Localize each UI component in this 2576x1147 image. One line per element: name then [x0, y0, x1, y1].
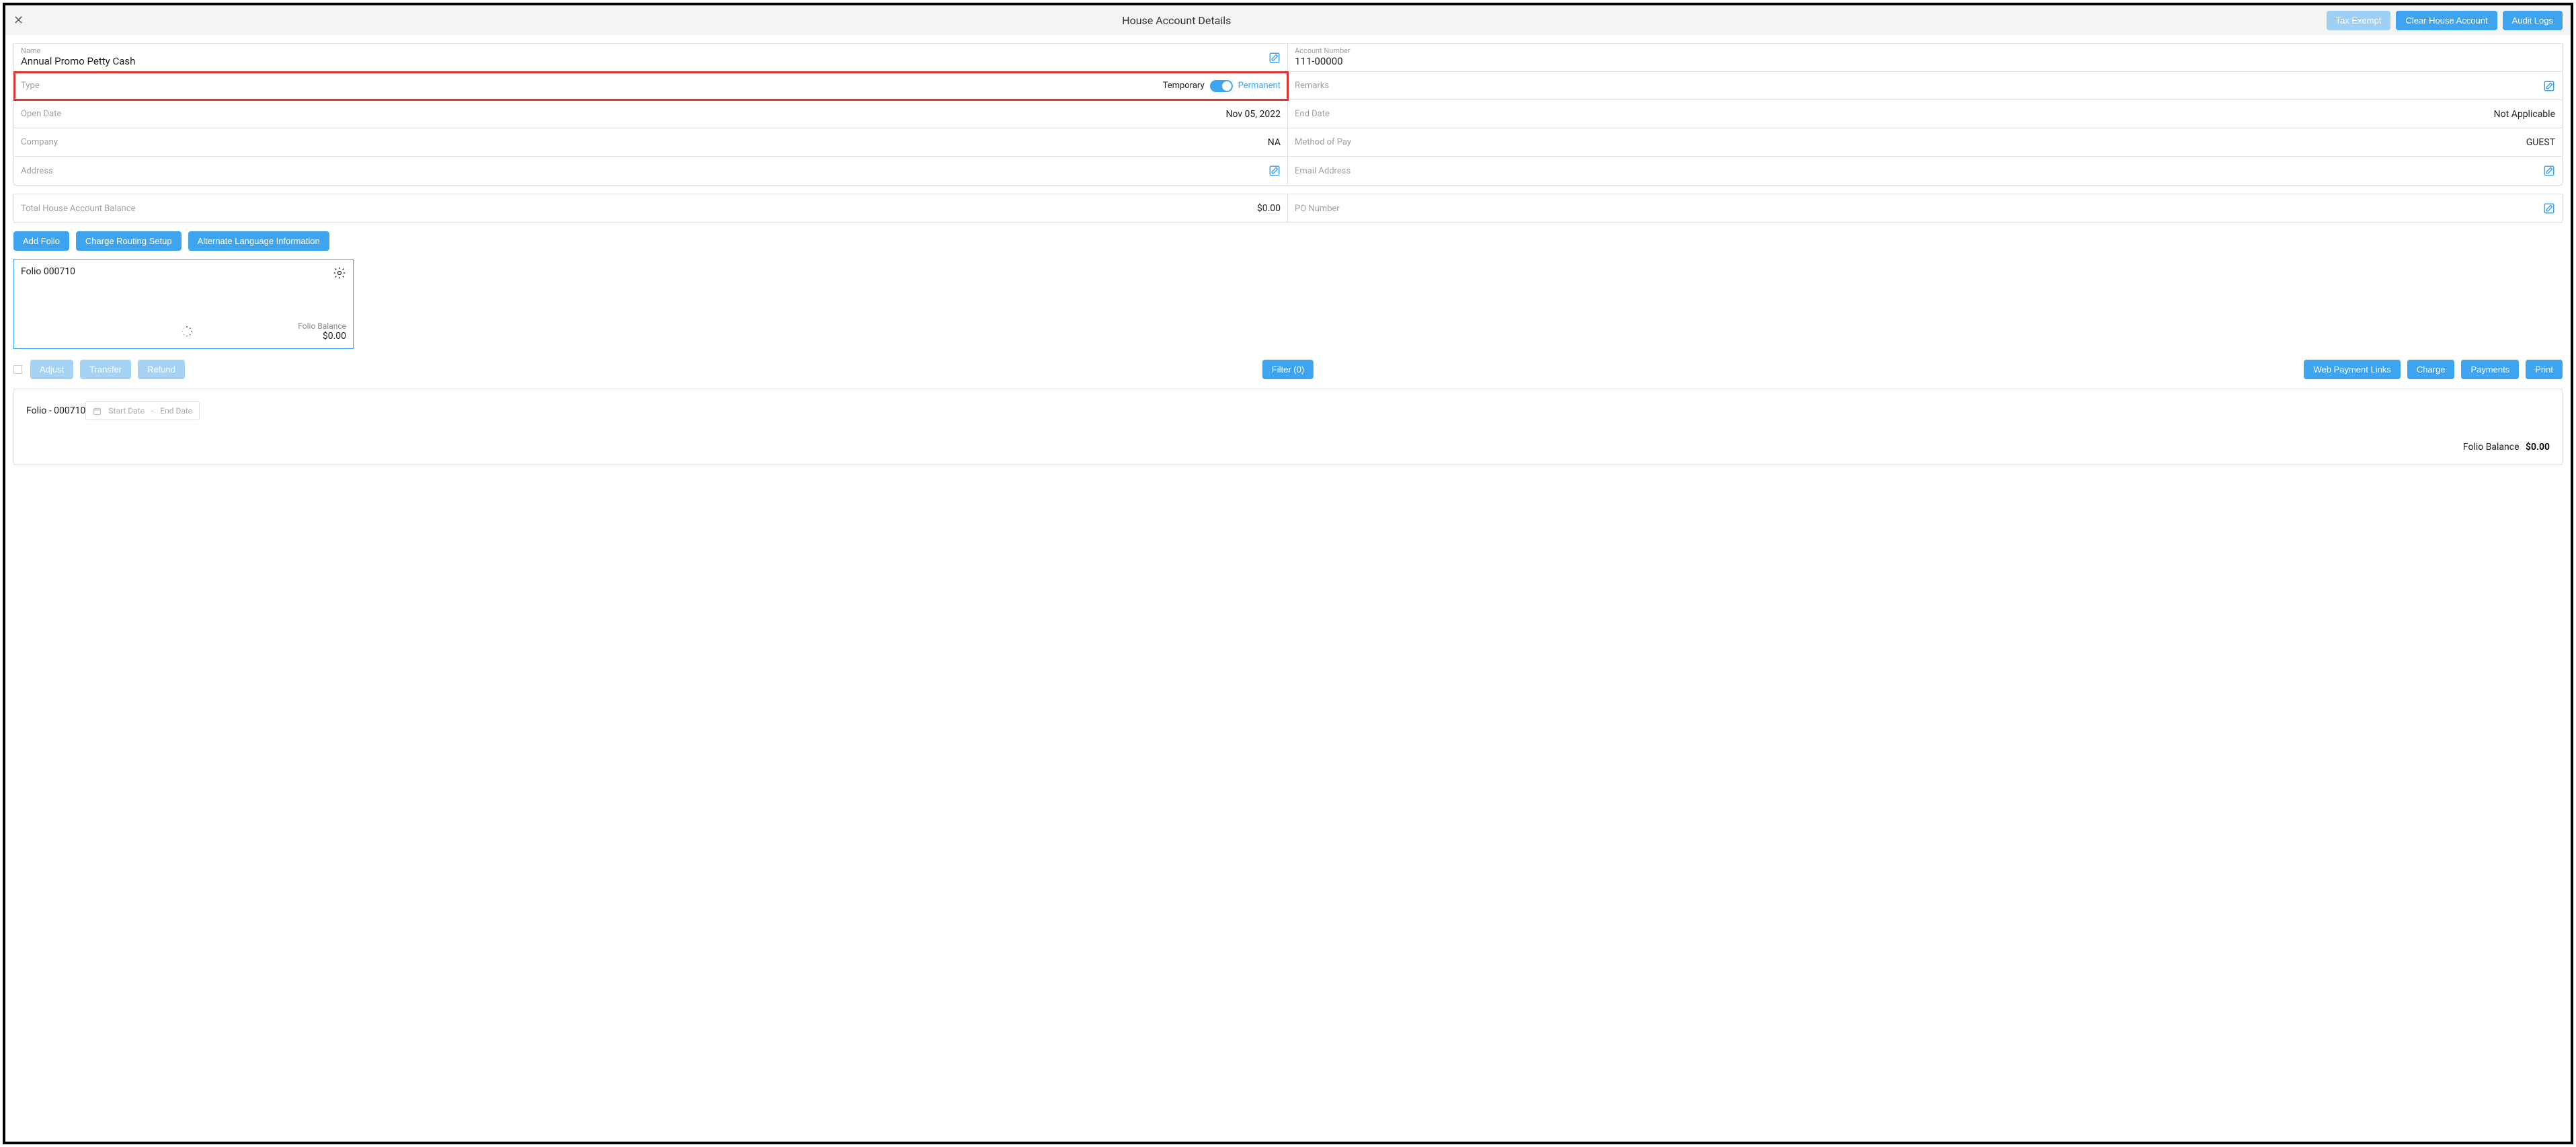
- company-label: Company: [21, 137, 58, 147]
- web-payment-links-button[interactable]: Web Payment Links: [2304, 360, 2400, 379]
- alt-language-button[interactable]: Alternate Language Information: [188, 231, 329, 251]
- type-cell: Type Temporary Permanent: [14, 72, 1288, 100]
- po-number-cell: PO Number: [1288, 194, 2562, 223]
- start-date-placeholder: Start Date: [108, 406, 145, 416]
- header-bar: ✕ House Account Details Tax Exempt Clear…: [5, 5, 2571, 35]
- charge-button[interactable]: Charge: [2407, 360, 2455, 379]
- edit-icon[interactable]: [2543, 165, 2555, 177]
- audit-logs-button[interactable]: Audit Logs: [2503, 11, 2563, 30]
- adjust-button[interactable]: Adjust: [30, 360, 73, 379]
- end-date-placeholder: End Date: [160, 406, 192, 416]
- print-button[interactable]: Print: [2526, 360, 2563, 379]
- total-balance-label: Total House Account Balance: [21, 204, 136, 214]
- date-range-picker[interactable]: Start Date - End Date: [85, 401, 200, 420]
- action-bar: Adjust Transfer Refund Filter (0) Web Pa…: [13, 360, 2563, 379]
- select-all-checkbox[interactable]: [13, 365, 22, 374]
- tax-exempt-button[interactable]: Tax Exempt: [2327, 11, 2391, 30]
- total-balance-value: $0.00: [1257, 203, 1281, 214]
- permanent-label: Permanent: [1238, 81, 1281, 91]
- folio-card[interactable]: Folio 000710 Folio Balance $0.00: [13, 259, 354, 349]
- email-cell: Email Address: [1288, 157, 2562, 185]
- folio-panel-footer: Folio Balance $0.00: [26, 442, 2550, 452]
- type-toggle[interactable]: [1210, 80, 1233, 92]
- address-label: Address: [21, 166, 53, 176]
- end-date-label: End Date: [1295, 109, 1330, 119]
- folio-detail-panel: Folio - 000710 Start Date - End Date Fol…: [13, 389, 2563, 465]
- method-of-pay-value: GUEST: [2526, 137, 2555, 148]
- name-value: Annual Promo Petty Cash: [21, 55, 135, 67]
- remarks-cell: Remarks: [1288, 72, 2562, 100]
- account-number-label: Account Number: [1295, 46, 1351, 55]
- open-date-label: Open Date: [21, 109, 61, 119]
- date-separator: -: [151, 406, 153, 416]
- panel-balance-label: Folio Balance: [2463, 442, 2520, 452]
- edit-icon[interactable]: [2543, 80, 2555, 92]
- edit-icon[interactable]: [1269, 165, 1281, 177]
- header-actions: Tax Exempt Clear House Account Audit Log…: [2327, 11, 2563, 30]
- method-of-pay-label: Method of Pay: [1295, 137, 1351, 147]
- open-date-cell: Open Date Nov 05, 2022: [14, 100, 1288, 128]
- open-date-value: Nov 05, 2022: [1225, 109, 1281, 120]
- panel-balance-value: $0.00: [2526, 442, 2550, 452]
- name-label: Name: [21, 46, 40, 55]
- address-cell: Address: [14, 157, 1288, 185]
- refund-button[interactable]: Refund: [138, 360, 185, 379]
- calendar-icon: [93, 407, 102, 416]
- close-icon[interactable]: ✕: [13, 13, 27, 28]
- method-of-pay-cell: Method of Pay GUEST: [1288, 128, 2562, 157]
- edit-icon[interactable]: [1269, 52, 1281, 64]
- company-value: NA: [1268, 137, 1281, 148]
- clear-house-account-button[interactable]: Clear House Account: [2396, 11, 2497, 30]
- add-folio-button[interactable]: Add Folio: [13, 231, 69, 251]
- gear-icon[interactable]: [333, 266, 346, 280]
- charge-routing-button[interactable]: Charge Routing Setup: [76, 231, 182, 251]
- end-date-value: Not Applicable: [2494, 109, 2555, 120]
- loading-spinner-icon: [181, 325, 193, 338]
- details-grid: Name Annual Promo Petty Cash Account Num…: [13, 43, 2563, 186]
- type-label: Type: [21, 81, 1163, 91]
- remarks-label: Remarks: [1295, 81, 1329, 91]
- filter-button[interactable]: Filter (0): [1262, 360, 1314, 379]
- account-number-value: 111-00000: [1295, 55, 1343, 67]
- folio-panel-header: Folio - 000710 Start Date - End Date: [26, 401, 2550, 420]
- transfer-button[interactable]: Transfer: [80, 360, 131, 379]
- total-row: Total House Account Balance $0.00 PO Num…: [13, 194, 2563, 223]
- account-number-cell: Account Number 111-00000: [1288, 44, 2562, 72]
- folio-buttons-row: Add Folio Charge Routing Setup Alternate…: [13, 231, 2563, 251]
- content-area: Name Annual Promo Petty Cash Account Num…: [5, 35, 2571, 473]
- temporary-label: Temporary: [1163, 81, 1205, 91]
- end-date-cell: End Date Not Applicable: [1288, 100, 2562, 128]
- edit-icon[interactable]: [2543, 202, 2555, 214]
- payments-button[interactable]: Payments: [2461, 360, 2519, 379]
- page-title: House Account Details: [32, 14, 2321, 27]
- folio-panel-title: Folio - 000710: [26, 405, 85, 416]
- folio-card-title: Folio 000710: [21, 266, 346, 277]
- app-frame: ✕ House Account Details Tax Exempt Clear…: [3, 3, 2573, 1144]
- company-cell: Company NA: [14, 128, 1288, 157]
- email-label: Email Address: [1295, 166, 1351, 176]
- total-balance-cell: Total House Account Balance $0.00: [14, 194, 1288, 223]
- po-number-label: PO Number: [1295, 204, 1340, 214]
- name-cell: Name Annual Promo Petty Cash: [14, 44, 1288, 72]
- type-toggle-group: Temporary Permanent: [1163, 80, 1281, 92]
